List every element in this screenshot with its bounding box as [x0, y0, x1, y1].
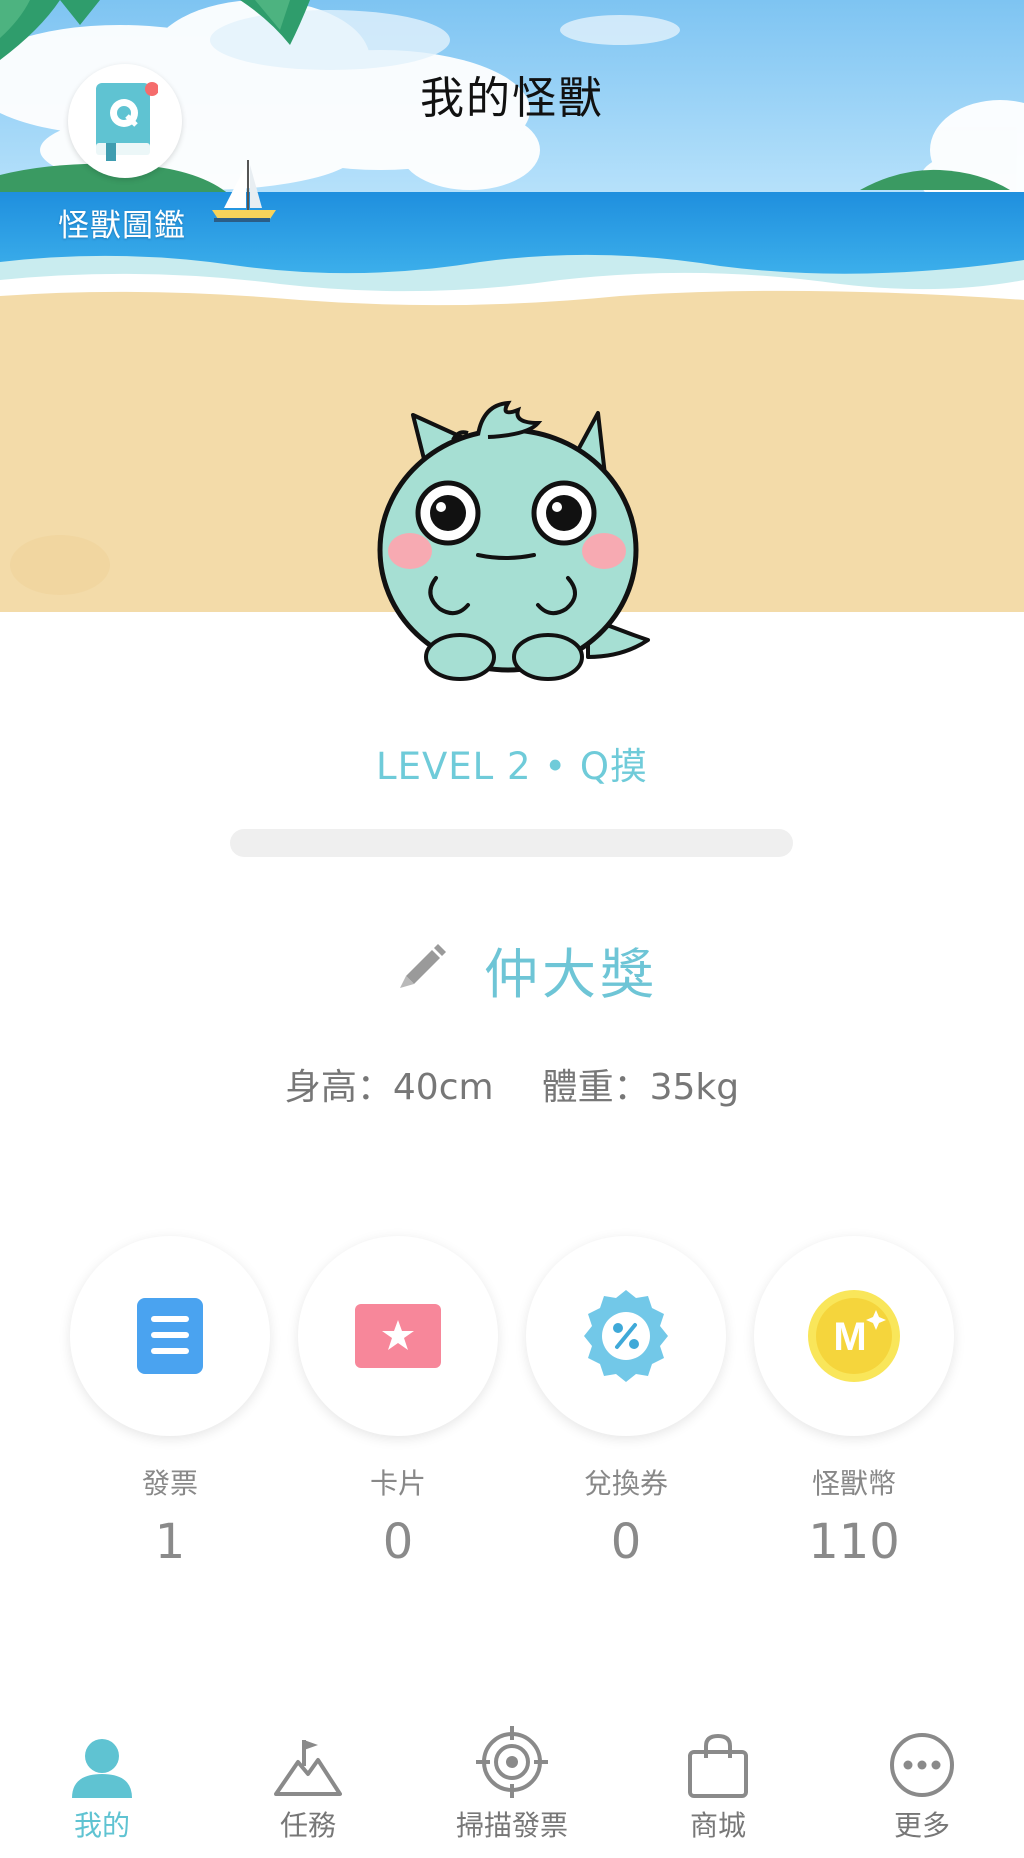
- nav-label: 商城: [689, 1809, 746, 1842]
- monster-stats: 身高：40cm 體重：35kg: [0, 1058, 1024, 1110]
- invoice-icon: [137, 1298, 203, 1374]
- target-scan-icon: [476, 1726, 548, 1798]
- svg-text:M: M: [833, 1315, 866, 1359]
- nav-more[interactable]: 更多: [842, 1726, 1002, 1844]
- monster-dex-book-icon: [96, 82, 158, 161]
- more-dots-icon: [890, 1733, 954, 1797]
- monster-name[interactable]: 仲大獎: [484, 930, 658, 1009]
- monster-name-row: 仲大獎: [0, 930, 1024, 1006]
- mountain-flag-icon: [274, 1740, 342, 1796]
- nav-tasks[interactable]: 任務: [228, 1726, 388, 1844]
- assets-row: 發票 1 卡片 0 兌換券 0 M 怪獸幣 110: [0, 1236, 1024, 1570]
- asset-value: 1: [154, 1514, 186, 1570]
- asset-coupon-circle[interactable]: [526, 1236, 726, 1436]
- monster-illustration: [377, 400, 650, 681]
- coupon-icon: [584, 1290, 668, 1382]
- monster-weight: 體重：35kg: [541, 1067, 740, 1108]
- asset-monster-coin-circle[interactable]: M: [754, 1236, 954, 1436]
- experience-progress-bar: [230, 829, 793, 857]
- monster-dex-label[interactable]: 怪獸圖鑑: [58, 200, 186, 245]
- shopping-bag-icon: [688, 1734, 748, 1798]
- nav-label: 更多: [893, 1809, 950, 1842]
- nav-label: 掃描發票: [455, 1809, 568, 1842]
- asset-invoice-circle[interactable]: [70, 1236, 270, 1436]
- monster-dex-button[interactable]: [68, 64, 182, 178]
- nav-label: 我的: [73, 1809, 130, 1842]
- asset-coupon[interactable]: 兌換券 0: [526, 1236, 726, 1570]
- asset-invoice[interactable]: 發票 1: [70, 1236, 270, 1570]
- asset-value: 110: [808, 1514, 900, 1570]
- nav-my-monster[interactable]: 我的: [22, 1726, 182, 1844]
- card-icon: [355, 1304, 441, 1368]
- monster-height: 身高：40cm: [284, 1067, 494, 1108]
- asset-label: 卡片: [369, 1467, 426, 1500]
- asset-value: 0: [610, 1514, 642, 1570]
- asset-label: 兌換券: [583, 1467, 668, 1500]
- monster-level-label: LEVEL 2 • Q摸: [375, 745, 649, 788]
- nav-label: 任務: [279, 1809, 336, 1842]
- bottom-navigation: 我的 任務 掃描發票 商城 更多: [0, 1712, 1024, 1858]
- asset-label: 發票: [141, 1467, 198, 1500]
- asset-card[interactable]: 卡片 0: [298, 1236, 498, 1570]
- nav-shop[interactable]: 商城: [638, 1726, 798, 1844]
- monster-coin-icon: M: [808, 1290, 900, 1382]
- asset-monster-coin[interactable]: M 怪獸幣 110: [754, 1236, 954, 1570]
- monster-character[interactable]: [368, 395, 658, 685]
- asset-value: 0: [382, 1514, 414, 1570]
- asset-card-circle[interactable]: [298, 1236, 498, 1436]
- nav-scan-invoice[interactable]: 掃描發票: [432, 1726, 592, 1844]
- asset-label: 怪獸幣: [811, 1467, 896, 1500]
- person-icon: [72, 1739, 132, 1798]
- pencil-edit-icon[interactable]: [396, 938, 448, 990]
